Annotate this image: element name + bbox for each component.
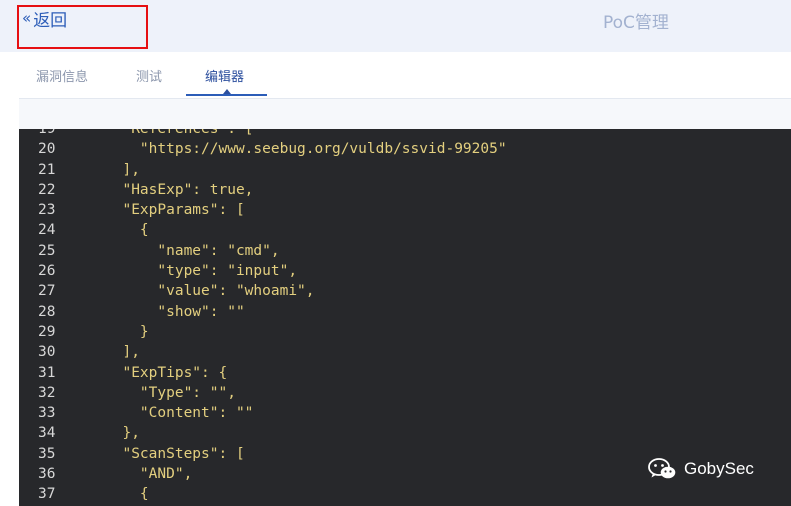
code-line: 32 "Type": "", — [19, 383, 791, 403]
code-line: 37 { — [19, 484, 791, 504]
code-line: 25 "name": "cmd", — [19, 241, 791, 261]
code-text: "name": "cmd", — [105, 242, 280, 259]
line-number: 21 — [38, 161, 56, 178]
code-line: 33 "Content": "" — [19, 403, 791, 423]
line-number: 20 — [38, 141, 56, 158]
code-lines: 19 "References": [20 "https://www.seebug… — [19, 129, 791, 505]
page-title: PoC管理 — [603, 13, 669, 33]
watermark: GobySec — [648, 457, 754, 481]
line-number: 22 — [38, 181, 56, 198]
code-line: 20 "https://www.seebug.org/vuldb/ssvid-9… — [19, 139, 791, 159]
code-text: } — [105, 323, 149, 340]
code-text: "AND", — [105, 466, 193, 483]
line-number: 19 — [38, 129, 56, 137]
tab-bar: 漏洞信息 测试 编辑器 — [19, 52, 791, 99]
code-text: "ExpParams": [ — [105, 202, 245, 219]
line-number: 33 — [38, 405, 56, 422]
code-text: }, — [105, 425, 140, 442]
line-number: 26 — [38, 263, 56, 280]
code-line: 34 }, — [19, 423, 791, 443]
code-line: 26 "type": "input", — [19, 261, 791, 281]
line-number: 30 — [38, 344, 56, 361]
code-text: { — [105, 486, 149, 503]
line-number: 25 — [38, 242, 56, 259]
line-number: 32 — [38, 384, 56, 401]
wechat-icon — [648, 458, 676, 479]
code-text: "https://www.seebug.org/vuldb/ssvid-9920… — [105, 141, 507, 158]
code-text: "References": [ — [105, 129, 254, 137]
line-number: 37 — [38, 486, 56, 503]
code-line: 28 "show": "" — [19, 302, 791, 322]
code-text: "ExpTips": { — [105, 364, 228, 381]
divider-area — [19, 99, 791, 129]
line-number: 24 — [38, 222, 56, 239]
code-line: 24 { — [19, 220, 791, 240]
highlight-box — [17, 5, 148, 49]
active-tab-indicator — [186, 94, 267, 96]
code-line: 22 "HasExp": true, — [19, 180, 791, 200]
code-line: 27 "value": "whoami", — [19, 281, 791, 301]
line-number: 35 — [38, 445, 56, 462]
tab-vuln-info[interactable]: 漏洞信息 — [36, 66, 88, 85]
line-number: 27 — [38, 283, 56, 300]
code-text: "show": "" — [105, 303, 245, 320]
code-editor[interactable]: 19 "References": [20 "https://www.seebug… — [19, 129, 791, 506]
line-number: 29 — [38, 323, 56, 340]
code-line: 31 "ExpTips": { — [19, 363, 791, 383]
code-text: "Content": "" — [105, 405, 254, 422]
caret-up-icon — [223, 89, 231, 94]
code-text: "HasExp": true, — [105, 181, 254, 198]
code-text: "type": "input", — [105, 263, 298, 280]
tab-editor[interactable]: 编辑器 — [205, 66, 244, 85]
line-number: 28 — [38, 303, 56, 320]
code-text: ], — [105, 161, 140, 178]
watermark-text: GobySec — [684, 459, 754, 478]
code-line: 19 "References": [ — [19, 129, 791, 139]
line-number: 36 — [38, 466, 56, 483]
top-bar: « 返回 PoC管理 — [0, 0, 791, 52]
line-number: 31 — [38, 364, 56, 381]
tab-test[interactable]: 测试 — [136, 66, 162, 85]
code-line: 29 } — [19, 322, 791, 342]
code-text: { — [105, 222, 149, 239]
code-line: 23 "ExpParams": [ — [19, 200, 791, 220]
code-text: ], — [105, 344, 140, 361]
code-text: "value": "whoami", — [105, 283, 315, 300]
line-number: 23 — [38, 202, 56, 219]
code-line: 21 ], — [19, 160, 791, 180]
code-text: "ScanSteps": [ — [105, 445, 245, 462]
code-line: 30 ], — [19, 342, 791, 362]
line-number: 34 — [38, 425, 56, 442]
code-text: "Type": "", — [105, 384, 236, 401]
